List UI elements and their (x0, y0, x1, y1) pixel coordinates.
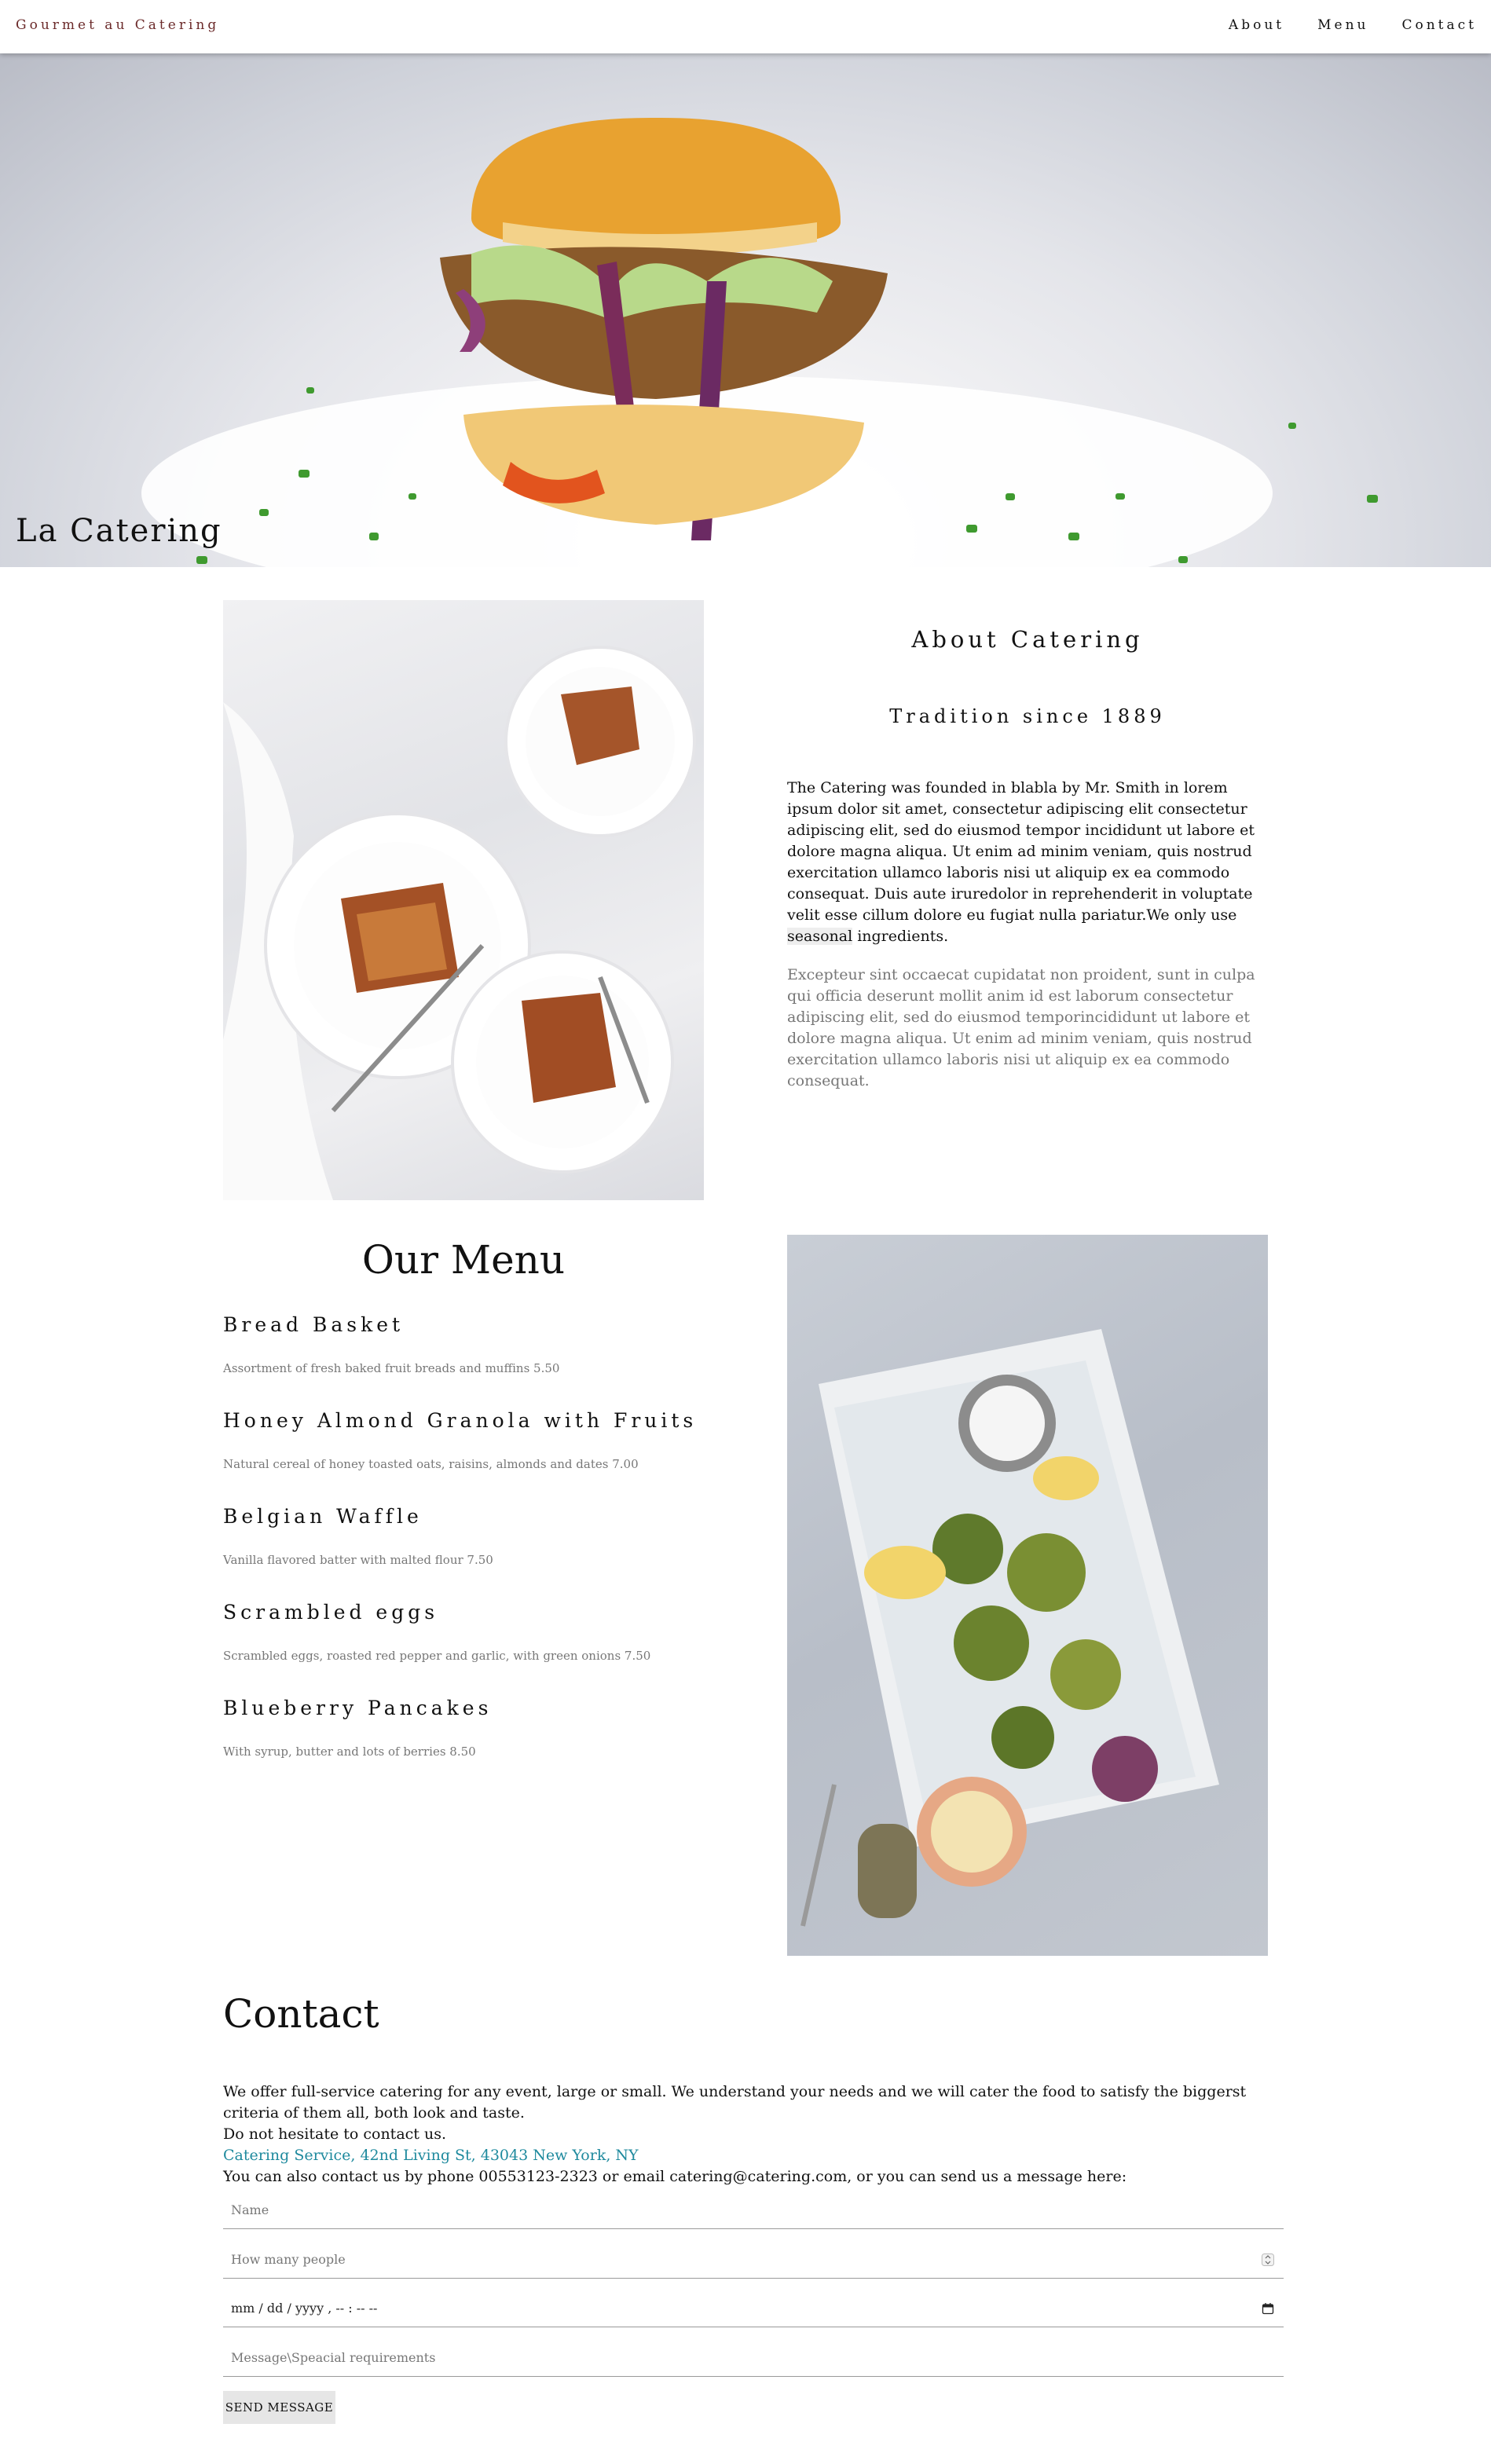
menu-item-description: With syrup, butter and lots of berries 8… (223, 1745, 476, 1759)
nav-link-menu[interactable]: Menu (1317, 17, 1368, 33)
hero-image: La Catering (0, 53, 1491, 567)
dessert-illustration (223, 646, 696, 1200)
name-input[interactable]: Name (223, 2191, 1284, 2229)
about-paragraph-1-highlight: seasonal (787, 928, 853, 945)
about-title: About Catering (911, 626, 1144, 653)
contact-title: Contact (223, 1991, 379, 2037)
menu-item-description: Natural cereal of honey toasted oats, ra… (223, 1457, 639, 1471)
calendar-icon[interactable] (1262, 2302, 1274, 2315)
tempura-illustration (800, 1329, 1219, 1927)
menu-item: Honey Almond Granola with Fruits Natural… (223, 1409, 704, 1471)
contact-hesitate: Do not hesitate to contact us. (223, 2125, 446, 2143)
contact-intro: We offer full-service catering for any e… (223, 2083, 1247, 2122)
nav-link-about[interactable]: About (1229, 17, 1284, 33)
message-input[interactable]: Message\Speacial requirements (223, 2339, 1284, 2377)
menu-item: Scrambled eggs Scrambled eggs, roasted r… (223, 1601, 704, 1663)
dessert-plates-image (223, 600, 704, 1200)
menu-item-name: Bread Basket (223, 1313, 405, 1336)
menu-item-name: Belgian Waffle (223, 1505, 423, 1528)
menu-item: Bread Basket Assortment of fresh baked f… (223, 1313, 704, 1375)
about-paragraph-1-end: ingredients. (852, 928, 949, 945)
top-navbar: Gourmet au Catering About Menu Contact (0, 0, 1491, 53)
message-placeholder: Message\Speacial requirements (231, 2350, 436, 2365)
menu-item-name: Scrambled eggs (223, 1601, 439, 1624)
menu-item-name: Honey Almond Granola with Fruits (223, 1409, 698, 1432)
menu-item: Belgian Waffle Vanilla flavored batter w… (223, 1505, 704, 1567)
date-time-placeholder: mm / dd / yyyy , -- : -- -- (231, 2301, 378, 2316)
nav-links: About Menu Contact (1229, 17, 1477, 33)
menu-title: Our Menu (361, 1237, 566, 1283)
address-link[interactable]: Catering Service, 42nd Living St, 43043 … (223, 2145, 1284, 2166)
burger-illustration (141, 117, 1378, 567)
number-spinner-icon[interactable] (1262, 2253, 1274, 2266)
about-paragraph-1: The Catering was founded in blabla by Mr… (787, 778, 1268, 947)
menu-item-description: Scrambled eggs, roasted red pepper and g… (223, 1649, 651, 1663)
about-paragraph-2: Excepteur sint occaecat cupidatat non pr… (787, 966, 1255, 1089)
people-count-placeholder: How many people (231, 2252, 346, 2267)
send-message-button[interactable]: SEND MESSAGE (223, 2391, 335, 2424)
people-count-input[interactable]: How many people (223, 2241, 1284, 2279)
tempura-board-image (787, 1235, 1268, 1956)
date-time-input[interactable]: mm / dd / yyyy , -- : -- -- (223, 2290, 1284, 2327)
menu-item: Blueberry Pancakes With syrup, butter an… (223, 1697, 704, 1759)
about-subtitle: Tradition since 1889 (889, 705, 1166, 727)
contact-text: We offer full-service catering for any e… (223, 2081, 1284, 2188)
name-input-placeholder: Name (231, 2202, 269, 2217)
about-paragraph-1-start: The Catering was founded in blabla by Mr… (787, 779, 1255, 924)
brand-link[interactable]: Gourmet au Catering (16, 17, 219, 33)
contact-phone-email: You can also contact us by phone 0055312… (223, 2168, 1127, 2185)
menu-item-name: Blueberry Pancakes (223, 1697, 493, 1719)
nav-link-contact[interactable]: Contact (1401, 17, 1477, 33)
menu-item-description: Assortment of fresh baked fruit breads a… (223, 1361, 560, 1375)
menu-item-description: Vanilla flavored batter with malted flou… (223, 1553, 493, 1567)
hero-title: La Catering (16, 513, 222, 549)
